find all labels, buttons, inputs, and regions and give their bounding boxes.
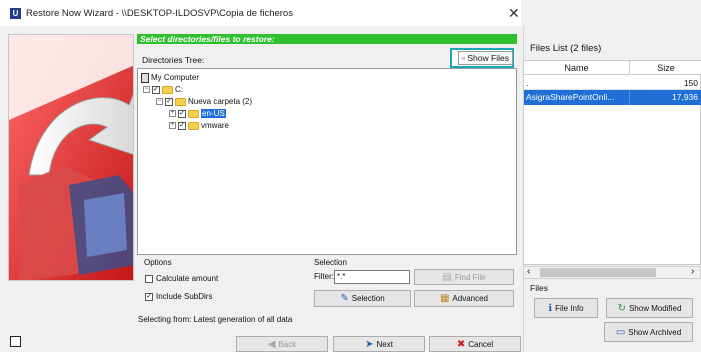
tree-item-nueva-carpeta[interactable]: − ✓ Nueva carpeta (2) xyxy=(156,96,252,107)
tree-checkbox[interactable]: ✓ xyxy=(152,85,160,94)
tree-item-my-computer[interactable]: My Computer xyxy=(141,72,199,83)
pencil-icon: ✎ xyxy=(340,293,349,304)
find-file-icon: ▤ xyxy=(442,271,452,283)
selection-button[interactable]: ✎ Selection xyxy=(314,290,411,307)
directories-tree[interactable]: My Computer − ✓ C: − ✓ Nueva carpeta (2)… xyxy=(137,68,517,255)
modified-icon: ↻ xyxy=(617,302,626,314)
expand-icon[interactable]: + xyxy=(169,110,176,117)
folder-icon xyxy=(175,97,186,106)
advanced-icon: ▦ xyxy=(439,293,450,304)
file-name-cell: . xyxy=(526,78,529,88)
include-subdirs-option[interactable]: ✓ Include SubDirs xyxy=(145,292,212,301)
file-info-button[interactable]: ℹ File Info xyxy=(534,298,598,318)
collapse-icon[interactable]: − xyxy=(156,98,163,105)
instruction-header: Select directories/files to restore: xyxy=(137,34,517,44)
include-subdirs-checkbox[interactable]: ✓ xyxy=(145,292,153,301)
filter-label: Filter: xyxy=(314,272,334,281)
computer-icon xyxy=(141,72,149,83)
scrollbar-thumb[interactable] xyxy=(540,268,656,277)
collapse-icon[interactable]: − xyxy=(143,86,150,93)
tree-checkbox[interactable]: ✓ xyxy=(178,109,186,118)
back-arrow-icon: ◀ xyxy=(267,338,276,350)
restore-arrow-illustration xyxy=(9,35,133,280)
advanced-button[interactable]: ▦ Advanced xyxy=(414,290,514,307)
column-header-size[interactable]: Size xyxy=(631,61,701,75)
tree-item-en-us[interactable]: + ✓ en-US xyxy=(169,108,226,119)
table-row[interactable]: AsigraSharePointOnli... 17,936 xyxy=(524,90,701,105)
calculate-amount-checkbox[interactable] xyxy=(145,274,153,283)
info-icon: ℹ xyxy=(548,302,553,314)
options-group-label: Options xyxy=(144,258,172,267)
tree-item-c-drive[interactable]: − ✓ C: xyxy=(143,84,183,95)
next-button[interactable]: ➤ Next xyxy=(333,336,425,352)
show-files-button[interactable]: ▫ Show Files xyxy=(450,48,514,68)
close-icon[interactable]: ✕ xyxy=(508,5,520,22)
files-icon: ▫ xyxy=(462,53,466,63)
app-icon: U xyxy=(10,8,21,19)
next-arrow-icon: ➤ xyxy=(365,338,374,350)
filter-input[interactable]: *.* xyxy=(334,270,410,284)
find-file-button[interactable]: ▤ Find File xyxy=(414,269,514,285)
window-title: Restore Now Wizard - \\DESKTOP-ILDOSVP\C… xyxy=(26,8,293,19)
column-header-name[interactable]: Name xyxy=(524,61,630,75)
back-button[interactable]: ◀ Back xyxy=(236,336,328,352)
cancel-button[interactable]: ✖ Cancel xyxy=(429,336,521,352)
tree-checkbox[interactable]: ✓ xyxy=(165,97,173,106)
selection-status: Selecting from: Latest generation of all… xyxy=(138,315,293,324)
cancel-x-icon: ✖ xyxy=(456,338,466,350)
scroll-left-icon[interactable]: ‹ xyxy=(527,266,530,277)
scroll-right-icon[interactable]: › xyxy=(691,266,694,277)
tree-checkbox[interactable]: ✓ xyxy=(178,121,186,130)
directories-tree-label: Directories Tree: xyxy=(142,55,205,65)
expand-icon[interactable]: + xyxy=(169,122,176,129)
file-size-cell: 150 xyxy=(683,78,698,88)
file-size-cell: 17,936 xyxy=(672,92,698,102)
show-archived-button[interactable]: ▭ Show Archived xyxy=(604,322,693,342)
show-files-label: Show Files xyxy=(467,53,509,63)
table-row[interactable]: . 150 xyxy=(524,76,701,90)
wizard-graphic xyxy=(8,34,134,281)
folder-icon xyxy=(188,109,199,118)
selection-group-label: Selection xyxy=(314,258,347,267)
tree-item-vmware[interactable]: + ✓ vmware xyxy=(169,120,229,131)
archived-icon: ▭ xyxy=(615,326,626,338)
file-name-cell: AsigraSharePointOnli... xyxy=(526,90,630,105)
show-modified-button[interactable]: ↻ Show Modified xyxy=(606,298,693,318)
folder-icon xyxy=(188,121,199,130)
drive-icon xyxy=(162,85,173,94)
files-section-label: Files xyxy=(530,283,548,293)
maximize-icon[interactable] xyxy=(10,336,21,347)
files-list-title: Files List (2 files) xyxy=(530,43,602,54)
calculate-amount-option[interactable]: Calculate amount xyxy=(145,274,218,283)
